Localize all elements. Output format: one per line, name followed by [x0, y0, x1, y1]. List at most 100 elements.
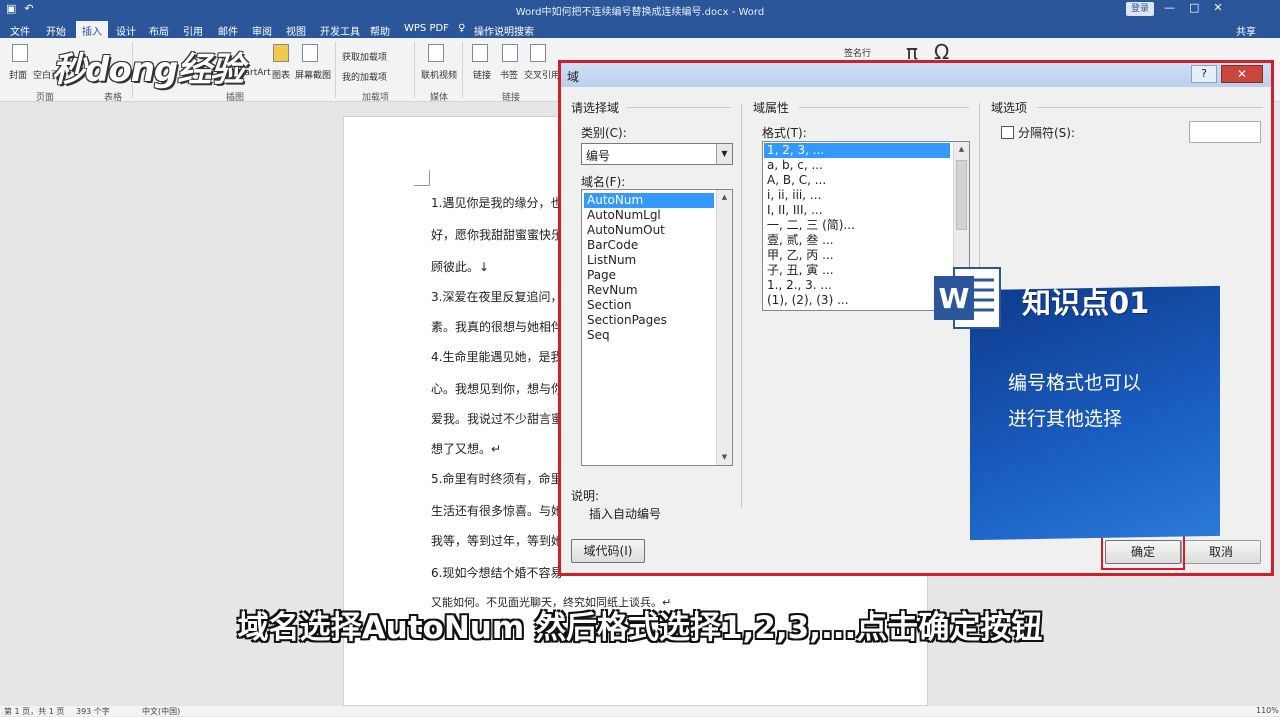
format-item[interactable]: 壹, 贰, 叁 ... [764, 233, 969, 248]
doc-line[interactable]: 4.生命里能遇见她，是我 [431, 348, 562, 365]
minimize-icon[interactable]: — [1164, 1, 1175, 14]
doc-line[interactable]: 顾彼此。↓ [431, 258, 489, 275]
cancel-button[interactable]: 取消 [1181, 540, 1261, 564]
lightbulb-icon: ♀ [458, 23, 466, 34]
window-controls: — □ ✕ [1164, 1, 1223, 14]
share-button[interactable]: 共享 [1236, 23, 1256, 38]
online-video-icon[interactable] [428, 44, 444, 62]
doc-line[interactable]: 5.命里有时终须有，命里 [431, 470, 562, 487]
tab-layout[interactable]: 布局 [149, 23, 169, 38]
scroll-down-icon[interactable]: ▼ [717, 450, 732, 465]
word-count[interactable]: 393 个字 [76, 706, 110, 717]
field-item[interactable]: Page [584, 268, 732, 283]
section-divider [627, 107, 731, 108]
section-divider [1037, 107, 1263, 108]
dialog-close-button[interactable]: ✕ [1221, 65, 1263, 83]
field-item-autonum[interactable]: AutoNum [584, 193, 714, 208]
ribbon-label-signature-line[interactable]: 签名行 [844, 46, 871, 59]
category-select[interactable]: 编号 ▼ [581, 143, 733, 165]
ribbon-label-cover[interactable]: 封面 [9, 68, 27, 81]
format-item[interactable]: 一, 二, 三 (简)... [764, 218, 969, 233]
field-item[interactable]: SectionPages [584, 313, 732, 328]
doc-line[interactable]: 3.深爱在夜里反复追问， [431, 288, 562, 305]
field-name-list[interactable]: AutoNum AutoNumLgl AutoNumOut BarCode Li… [581, 189, 733, 466]
field-item[interactable]: AutoNumOut [584, 223, 732, 238]
ribbon-label-chart[interactable]: 图表 [272, 68, 290, 81]
field-codes-button[interactable]: 域代码(I) [571, 539, 645, 563]
tab-home[interactable]: 开始 [46, 23, 66, 38]
ribbon-label-screenshot[interactable]: 屏幕截图 [295, 68, 331, 81]
link-icon[interactable] [472, 44, 488, 62]
cross-reference-icon[interactable] [530, 44, 546, 62]
format-item[interactable]: A, B, C, ... [764, 173, 969, 188]
doc-line[interactable]: 我等，等到过年，等到她 [431, 532, 563, 549]
ribbon-label-get-addins[interactable]: 获取加载项 [342, 50, 387, 63]
chart-icon[interactable] [273, 44, 289, 62]
tab-help[interactable]: 帮助 [370, 23, 390, 38]
separator-label: 分隔符(S): [1018, 126, 1076, 140]
close-icon[interactable]: ✕ [1213, 1, 1222, 14]
ribbon-label-link[interactable]: 链接 [473, 68, 491, 81]
title-bar: ▣ ↶ Word中如何把不连续编号替换成连续编号.docx - Word 登录 … [0, 0, 1280, 20]
tab-file[interactable]: 文件 [10, 23, 30, 38]
ribbon-label-bookmark[interactable]: 书签 [500, 68, 518, 81]
format-item-arabic[interactable]: 1, 2, 3, ... [764, 143, 950, 158]
chevron-down-icon[interactable]: ▼ [716, 144, 732, 164]
field-item[interactable]: Section [584, 298, 732, 313]
tab-view[interactable]: 视图 [286, 23, 306, 38]
help-button[interactable]: ? [1191, 65, 1217, 83]
zoom-level[interactable]: 110% [1256, 706, 1279, 715]
page-count[interactable]: 第 1 页，共 1 页 [4, 706, 64, 717]
field-item[interactable]: BarCode [584, 238, 732, 253]
screenshot-icon[interactable] [302, 44, 318, 62]
ribbon-tabs: 文件 开始 插入 设计 布局 引用 邮件 审阅 视图 开发工具 帮助 WPS P… [0, 20, 1280, 38]
doc-line[interactable]: 好，愿你我甜甜蜜蜜快乐 [431, 226, 563, 243]
doc-line[interactable]: 1.遇见你是我的缘分，也 [431, 194, 562, 211]
separator-checkbox[interactable] [1001, 126, 1014, 139]
scroll-up-icon[interactable]: ▲ [717, 190, 732, 205]
doc-line[interactable]: 生活还有很多惊喜。与她 [431, 502, 563, 519]
cover-icon[interactable] [12, 44, 28, 62]
field-item[interactable]: RevNum [584, 283, 732, 298]
tip-line-2: 进行其他选择 [1008, 408, 1123, 430]
tab-design[interactable]: 设计 [116, 23, 136, 38]
field-item[interactable]: AutoNumLgl [584, 208, 732, 223]
group-tables: 表格 [104, 93, 123, 103]
dialog-title-bar[interactable]: 域 ? ✕ [561, 63, 1271, 87]
separator-input[interactable] [1189, 121, 1261, 143]
choose-field-heading: 请选择域 [571, 101, 620, 115]
field-list-scrollbar[interactable]: ▲ ▼ [716, 190, 732, 465]
tell-me-search[interactable]: 操作说明搜索 [474, 23, 534, 38]
doc-line[interactable]: 6.现如今想结个婚不容易 [431, 564, 562, 581]
ribbon-label-my-addins[interactable]: 我的加载项 [342, 70, 387, 83]
format-item[interactable]: I, II, III, ... [764, 203, 969, 218]
column-divider [741, 103, 742, 508]
doc-line[interactable]: 心。我想见到你，想与你 [431, 380, 563, 397]
ribbon-label-online-video[interactable]: 联机视频 [421, 68, 457, 81]
field-item[interactable]: ListNum [584, 253, 732, 268]
format-item[interactable]: 甲, 乙, 丙 ... [764, 248, 969, 263]
tab-wps-pdf[interactable]: WPS PDF [404, 23, 449, 34]
status-bar: 第 1 页，共 1 页 393 个字 中文(中国) 110% [0, 706, 1280, 716]
bookmark-icon[interactable] [502, 44, 518, 62]
maximize-icon[interactable]: □ [1189, 1, 1199, 14]
ribbon-label-cross-reference[interactable]: 交叉引用 [524, 68, 560, 81]
login-button[interactable]: 登录 [1126, 2, 1154, 16]
scroll-thumb[interactable] [956, 160, 967, 230]
category-label: 类别(C): [581, 126, 627, 140]
format-item[interactable]: a, b, c, ... [764, 158, 969, 173]
tab-developer[interactable]: 开发工具 [320, 23, 360, 38]
doc-line[interactable]: 想了又想。↵ [431, 440, 501, 457]
tab-insert[interactable]: 插入 [76, 21, 108, 38]
tab-references[interactable]: 引用 [183, 23, 203, 38]
format-item[interactable]: i, ii, iii, ... [764, 188, 969, 203]
doc-line[interactable]: 爱我。我说过不少甜言蜜 [431, 410, 563, 427]
tab-review[interactable]: 审阅 [252, 23, 272, 38]
language[interactable]: 中文(中国) [142, 706, 180, 717]
field-item[interactable]: Seq [584, 328, 732, 343]
doc-line[interactable]: 素。我真的很想与她相伴 [431, 318, 563, 335]
tab-mailings[interactable]: 邮件 [218, 23, 238, 38]
field-name-label: 域名(F): [581, 175, 626, 189]
category-value: 编号 [586, 149, 611, 163]
scroll-up-icon[interactable]: ▲ [954, 142, 969, 157]
